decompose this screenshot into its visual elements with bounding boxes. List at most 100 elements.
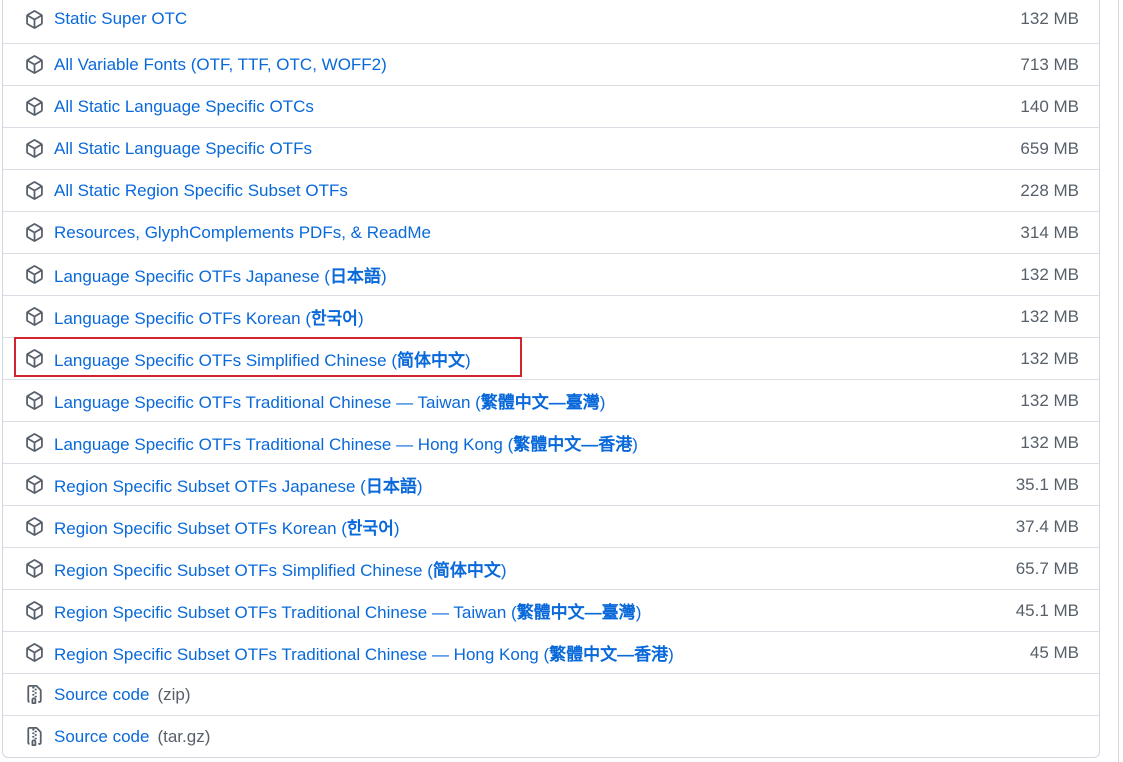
asset-row: Static Super OTC 132 MB — [3, 0, 1099, 43]
asset-link[interactable]: Region Specific Subset OTFs Traditional … — [54, 598, 641, 623]
asset-size: 140 MB — [1020, 96, 1079, 116]
asset-name-cjk: 한국어 — [346, 519, 394, 538]
divider — [1118, 0, 1119, 762]
package-icon — [24, 265, 44, 285]
asset-name-suffix: ) — [500, 561, 507, 580]
source-code-link[interactable]: Source code (tar.gz) — [54, 727, 210, 747]
asset-link[interactable]: Language Specific OTFs Simplified Chines… — [54, 346, 471, 371]
package-icon — [24, 391, 44, 411]
asset-row: Language Specific OTFs Traditional Chine… — [3, 421, 1099, 463]
package-icon — [24, 349, 44, 369]
asset-name-cjk: 简体中文 — [432, 561, 501, 580]
package-icon — [24, 55, 44, 75]
asset-row: Region Specific Subset OTFs Traditional … — [3, 631, 1099, 673]
source-code-format: (tar.gz) — [157, 726, 211, 746]
asset-link[interactable]: Region Specific Subset OTFs Simplified C… — [54, 556, 507, 581]
asset-name-prefix: Region Specific Subset OTFs Traditional … — [54, 603, 517, 622]
asset-link[interactable]: Region Specific Subset OTFs Korean (한국어) — [54, 514, 400, 539]
asset-row: Region Specific Subset OTFs Traditional … — [3, 589, 1099, 631]
asset-row: Language Specific OTFs Simplified Chines… — [3, 337, 1099, 379]
asset-size: 132 MB — [1020, 9, 1079, 28]
asset-size: 132 MB — [1020, 264, 1079, 284]
asset-name-cjk: 繁體中文—臺灣 — [480, 393, 600, 412]
package-icon — [24, 433, 44, 453]
asset-size: 35.1 MB — [1015, 474, 1079, 494]
asset-link[interactable]: All Variable Fonts (OTF, TTF, OTC, WOFF2… — [54, 55, 387, 75]
file-zip-icon — [24, 685, 44, 705]
package-icon — [24, 9, 44, 29]
asset-row: Language Specific OTFs Japanese (日本語) 132… — [3, 253, 1099, 295]
package-icon — [24, 517, 44, 537]
package-icon — [24, 643, 44, 663]
source-code-row: Source code (zip) — [3, 673, 1099, 715]
asset-row: Region Specific Subset OTFs Korean (한국어)… — [3, 505, 1099, 547]
asset-size: 228 MB — [1020, 180, 1079, 200]
asset-row: Region Specific Subset OTFs Simplified C… — [3, 547, 1099, 589]
asset-link[interactable]: Language Specific OTFs Traditional Chine… — [54, 388, 605, 413]
package-icon — [24, 181, 44, 201]
asset-name-cjk: 日本語 — [365, 477, 417, 496]
asset-link[interactable]: Resources, GlyphComplements PDFs, & Read… — [54, 223, 431, 243]
asset-name-cjk: 繁體中文—臺灣 — [516, 603, 636, 622]
asset-row: Language Specific OTFs Traditional Chine… — [3, 379, 1099, 421]
package-icon — [24, 139, 44, 159]
asset-link[interactable]: Language Specific OTFs Korean (한국어) — [54, 304, 364, 329]
asset-name-suffix: ) — [635, 603, 642, 622]
asset-size: 132 MB — [1020, 432, 1079, 452]
asset-name-prefix: Language Specific OTFs Simplified Chines… — [54, 351, 397, 370]
asset-name-suffix: ) — [416, 477, 423, 496]
asset-name-suffix: ) — [668, 645, 674, 664]
package-icon — [24, 559, 44, 579]
asset-name-prefix: Region Specific Subset OTFs Japanese ( — [54, 477, 366, 496]
asset-size: 37.4 MB — [1015, 516, 1079, 536]
asset-name-cjk: 日本語 — [329, 267, 381, 286]
file-zip-icon — [24, 727, 44, 747]
asset-row: All Static Language Specific OTCs 140 MB — [3, 85, 1099, 127]
asset-link[interactable]: Region Specific Subset OTFs Traditional … — [54, 640, 674, 665]
package-icon — [24, 601, 44, 621]
asset-size: 65.7 MB — [1015, 558, 1079, 578]
asset-name-cjk: 简体中文 — [397, 351, 465, 370]
asset-name-suffix: ) — [465, 351, 471, 370]
asset-row: Region Specific Subset OTFs Japanese (日本… — [3, 463, 1099, 505]
asset-size: 132 MB — [1020, 348, 1079, 368]
asset-name-prefix: Region Specific Subset OTFs Traditional … — [54, 645, 550, 664]
asset-link[interactable]: All Static Language Specific OTFs — [54, 139, 312, 159]
asset-name-suffix: ) — [357, 309, 364, 328]
asset-link[interactable]: All Static Region Specific Subset OTFs — [54, 181, 348, 201]
asset-name-prefix: Language Specific OTFs Japanese ( — [54, 267, 330, 286]
package-icon — [24, 97, 44, 117]
asset-name-cjk: 繁體中文—香港 — [549, 645, 669, 664]
asset-name-suffix: ) — [380, 267, 387, 286]
asset-name-suffix: ) — [632, 435, 638, 454]
asset-link[interactable]: Static Super OTC — [54, 9, 187, 29]
asset-name-prefix: Language Specific OTFs Traditional Chine… — [54, 435, 514, 454]
source-code-label: Source code — [54, 684, 150, 704]
asset-name-cjk: 繁體中文—香港 — [513, 435, 633, 454]
asset-size: 45.1 MB — [1015, 600, 1079, 620]
asset-size: 713 MB — [1020, 54, 1079, 74]
asset-size: 659 MB — [1020, 138, 1079, 158]
asset-size: 132 MB — [1020, 390, 1079, 410]
asset-link[interactable]: Language Specific OTFs Traditional Chine… — [54, 430, 638, 455]
asset-name-prefix: Region Specific Subset OTFs Simplified C… — [54, 561, 433, 580]
asset-link[interactable]: All Static Language Specific OTCs — [54, 97, 314, 117]
source-code-format: (zip) — [157, 684, 191, 704]
asset-row: All Static Language Specific OTFs 659 MB — [3, 127, 1099, 169]
asset-name-prefix: Language Specific OTFs Traditional Chine… — [54, 393, 481, 412]
asset-row: Resources, GlyphComplements PDFs, & Read… — [3, 211, 1099, 253]
asset-link[interactable]: Language Specific OTFs Japanese (日本語) — [54, 262, 387, 287]
asset-name-suffix: ) — [599, 393, 606, 412]
asset-size: 132 MB — [1020, 306, 1079, 326]
source-code-row: Source code (tar.gz) — [3, 715, 1099, 757]
asset-name-suffix: ) — [393, 519, 400, 538]
asset-row: Language Specific OTFs Korean (한국어) 132 M… — [3, 295, 1099, 337]
asset-row: All Static Region Specific Subset OTFs 22… — [3, 169, 1099, 211]
asset-name-cjk: 한국어 — [311, 309, 358, 328]
asset-size: 45 MB — [1029, 642, 1079, 662]
asset-name-prefix: Region Specific Subset OTFs Korean ( — [54, 519, 347, 538]
source-code-link[interactable]: Source code (zip) — [54, 685, 191, 705]
asset-link[interactable]: Region Specific Subset OTFs Japanese (日本… — [54, 472, 423, 497]
package-icon — [24, 475, 44, 495]
asset-size: 314 MB — [1020, 222, 1079, 242]
